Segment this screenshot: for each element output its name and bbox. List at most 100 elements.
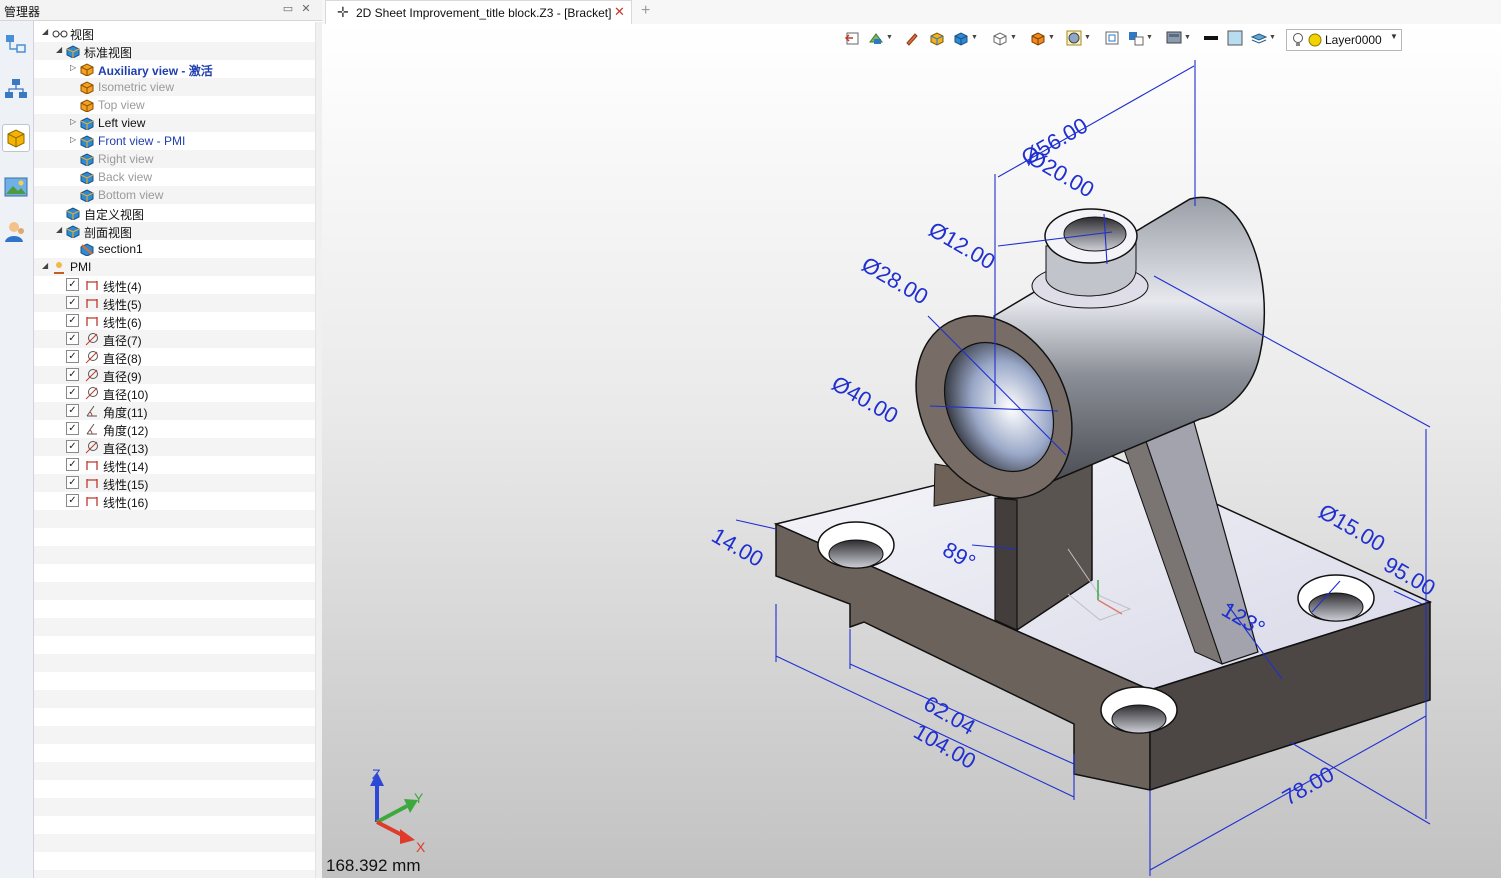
angle-dim-icon <box>85 422 99 436</box>
tree-node[interactable]: ▷ Front view - PMI <box>34 132 315 150</box>
tree-scrollbar[interactable] <box>315 22 322 878</box>
view-cube-icon[interactable] <box>2 124 30 152</box>
pmi-item[interactable]: ✓ 直径(10) <box>34 384 315 402</box>
pmi-item-label: 线性(6) <box>103 316 142 330</box>
pmi-item[interactable]: ✓ 直径(8) <box>34 348 315 366</box>
pmi-item[interactable]: ✓ 角度(11) <box>34 402 315 420</box>
collapse-arrow-icon[interactable]: ◢ <box>42 28 50 36</box>
document-tab[interactable]: ✛ 2D Sheet Improvement_title block.Z3 - … <box>325 0 632 24</box>
empty-row <box>34 816 315 834</box>
tree-node[interactable]: ◢ PMI <box>34 258 315 276</box>
view-icon <box>80 134 94 149</box>
dim-linear-78: 78.00 <box>1278 761 1338 810</box>
close-icon[interactable]: ✕ <box>299 2 313 16</box>
pmi-visibility-checkbox[interactable]: ✓ <box>66 278 79 291</box>
pmi-item[interactable]: ✓ 直径(13) <box>34 438 315 456</box>
pmi-visibility-checkbox[interactable]: ✓ <box>66 350 79 363</box>
empty-row <box>34 690 315 708</box>
pmi-item-label: 线性(5) <box>103 298 142 312</box>
expand-arrow-icon[interactable]: ▷ <box>70 118 78 126</box>
tree-node-label: Auxiliary view - 激活 <box>98 64 213 78</box>
tree-node[interactable]: Back view <box>34 168 315 186</box>
pmi-item[interactable]: ✓ 线性(15) <box>34 474 315 492</box>
axis-x-label: X <box>416 839 426 855</box>
manager-title: 管理器 <box>4 5 41 19</box>
tree-node[interactable]: Top view <box>34 96 315 114</box>
pmi-visibility-checkbox[interactable]: ✓ <box>66 386 79 399</box>
collapse-arrow-icon[interactable]: ◢ <box>42 262 50 270</box>
pmi-visibility-checkbox[interactable]: ✓ <box>66 404 79 417</box>
tree-icon[interactable] <box>3 31 29 57</box>
tree-node[interactable]: ▷ Left view <box>34 114 315 132</box>
pmi-item[interactable]: ✓ 角度(12) <box>34 420 315 438</box>
empty-row <box>34 582 315 600</box>
tree-node[interactable]: 自定义视图 <box>34 204 315 222</box>
tree-node-label: PMI <box>70 260 92 274</box>
empty-row <box>34 798 315 816</box>
axis-z-label: Z <box>372 766 381 782</box>
expand-arrow-icon[interactable]: ▷ <box>70 136 78 144</box>
pmi-item-label: 直径(8) <box>103 352 142 366</box>
hierarchy-icon[interactable] <box>3 76 29 102</box>
3d-viewport[interactable]: ▼ ▼ ▼ ▼ ▼ ▼ ▼ ▼ Layer0000 ▼ Ø56.00 Ø20.0… <box>322 24 1501 878</box>
glasses-icon <box>52 26 68 40</box>
view-icon <box>66 44 80 59</box>
pmi-visibility-checkbox[interactable]: ✓ <box>66 458 79 471</box>
view-orange-icon <box>80 62 94 77</box>
empty-row <box>34 726 315 744</box>
tree-node[interactable]: ◢ 标准视图 <box>34 42 315 60</box>
tree-node[interactable]: ◢ 剖面视图 <box>34 222 315 240</box>
pmi-visibility-checkbox[interactable]: ✓ <box>66 314 79 327</box>
empty-row <box>34 564 315 582</box>
pmi-visibility-checkbox[interactable]: ✓ <box>66 332 79 345</box>
dim-diameter-28: Ø28.00 <box>858 252 933 310</box>
pmi-item-label: 角度(11) <box>103 406 148 420</box>
tree-node[interactable]: Isometric view <box>34 78 315 96</box>
tree-node[interactable]: Right view <box>34 150 315 168</box>
pmi-icon <box>52 260 66 274</box>
pmi-item[interactable]: ✓ 线性(6) <box>34 312 315 330</box>
tree-node[interactable]: section1 <box>34 240 315 258</box>
close-tab-icon[interactable]: ✕ <box>614 4 625 20</box>
tree-node[interactable]: ◢ 视图 <box>34 24 315 43</box>
tree-node[interactable]: ▷ Auxiliary view - 激活 <box>34 60 315 78</box>
pmi-item[interactable]: ✓ 直径(9) <box>34 366 315 384</box>
view-icon <box>80 116 94 131</box>
collapse-arrow-icon[interactable]: ◢ <box>56 226 64 234</box>
pmi-item[interactable]: ✓ 直径(7) <box>34 330 315 348</box>
tree-node[interactable]: Bottom view <box>34 186 315 204</box>
collapse-arrow-icon[interactable]: ◢ <box>56 46 64 54</box>
view-icon <box>66 206 80 221</box>
user-icon[interactable] <box>3 219 29 245</box>
pmi-item[interactable]: ✓ 线性(5) <box>34 294 315 312</box>
pmi-item-label: 线性(14) <box>103 460 149 474</box>
tree-node-label: Front view - PMI <box>98 134 186 148</box>
view-icon <box>66 224 80 239</box>
pmi-visibility-checkbox[interactable]: ✓ <box>66 494 79 507</box>
pmi-item[interactable]: ✓ 线性(16) <box>34 492 315 510</box>
tree-node-label: Left view <box>98 116 146 130</box>
view-icon <box>80 152 94 167</box>
pmi-visibility-checkbox[interactable]: ✓ <box>66 440 79 453</box>
section-icon <box>80 242 94 257</box>
scale-readout: 168.392 mm <box>326 856 421 875</box>
pmi-visibility-checkbox[interactable]: ✓ <box>66 422 79 435</box>
empty-row <box>34 618 315 636</box>
pmi-item-label: 直径(10) <box>103 388 149 402</box>
image-icon[interactable] <box>3 174 29 200</box>
bracket-model[interactable]: Ø56.00 Ø20.00 Ø12.00 Ø28.00 Ø40.00 Ø15.0… <box>322 24 1501 878</box>
new-tab-button[interactable]: + <box>641 2 650 20</box>
expand-arrow-icon[interactable]: ▷ <box>70 64 78 72</box>
pmi-item-label: 角度(12) <box>103 424 149 438</box>
empty-row <box>34 708 315 726</box>
pmi-visibility-checkbox[interactable]: ✓ <box>66 368 79 381</box>
dim-diameter-20: Ø20.00 <box>1024 145 1099 203</box>
tree-node-label: Isometric view <box>98 80 175 94</box>
pmi-item[interactable]: ✓ 线性(4) <box>34 276 315 294</box>
pmi-visibility-checkbox[interactable]: ✓ <box>66 296 79 309</box>
pmi-item[interactable]: ✓ 线性(14) <box>34 456 315 474</box>
pmi-visibility-checkbox[interactable]: ✓ <box>66 476 79 489</box>
linear-dim-icon <box>85 296 99 310</box>
pin-icon[interactable]: ▭ <box>281 2 295 16</box>
pmi-item-label: 直径(7) <box>103 334 142 348</box>
